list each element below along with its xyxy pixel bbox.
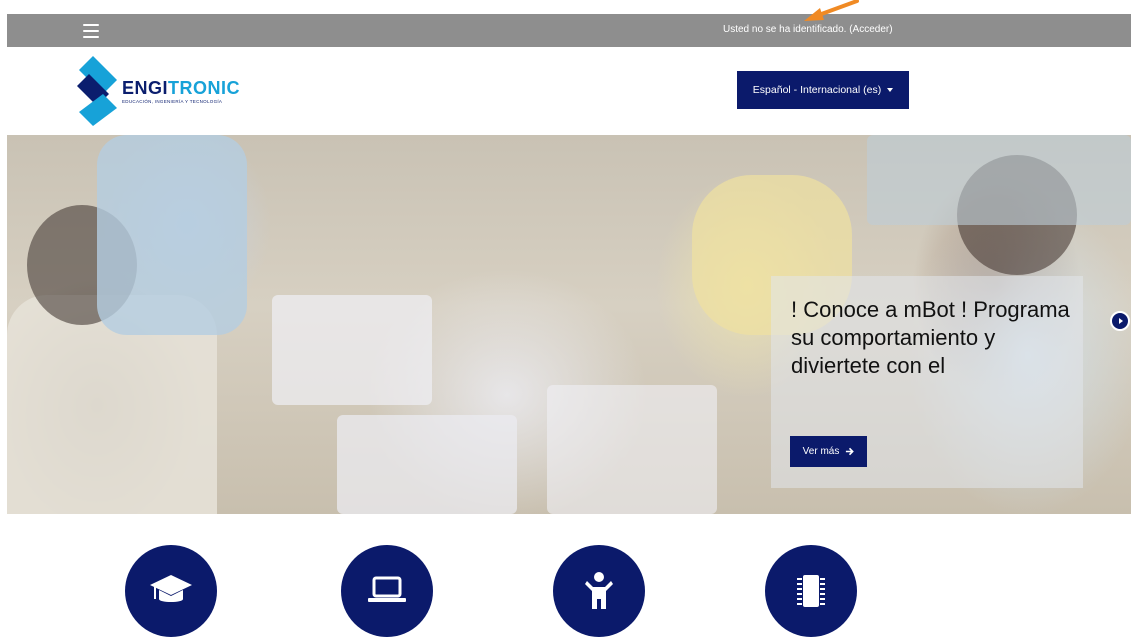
brand-tagline: EDUCACIÓN, INGENIERÍA Y TECNOLOGÍA — [122, 99, 223, 104]
brand-name: ENGITRONIC — [122, 78, 240, 99]
photo-plastic-box — [272, 295, 432, 405]
hero-carousel: ! Conoce a mBot ! Programa su comportami… — [7, 135, 1131, 514]
carousel-next-icon[interactable] — [1110, 311, 1130, 331]
see-more-button[interactable]: Ver más — [790, 436, 867, 467]
top-navbar: Usted no se ha identificado. (Acceder) — [7, 14, 1131, 47]
feature-kids[interactable] — [553, 545, 645, 637]
microchip-icon — [797, 575, 825, 607]
language-selector[interactable]: Español - Internacional (es) — [737, 71, 909, 109]
carousel-caption: ! Conoce a mBot ! Programa su comportami… — [771, 276, 1083, 488]
brand-name-part2: TRONIC — [168, 78, 241, 98]
see-more-label: Ver más — [802, 446, 840, 457]
engitronic-logo-icon — [77, 56, 117, 126]
caret-down-icon — [887, 88, 894, 92]
hamburger-menu-icon[interactable] — [83, 24, 99, 38]
photo-plastic-box-3 — [547, 385, 717, 514]
carousel-caption-title: ! Conoce a mBot ! Programa su comportami… — [791, 297, 1070, 378]
site-logo[interactable]: ENGITRONIC EDUCACIÓN, INGENIERÍA Y TECNO… — [77, 56, 267, 126]
graduation-cap-icon — [150, 575, 192, 602]
feature-education[interactable] — [125, 545, 217, 637]
feature-computing[interactable] — [341, 545, 433, 637]
photo-person-blue-shirt — [97, 135, 247, 335]
child-icon — [585, 572, 613, 609]
arrow-right-icon — [846, 447, 855, 456]
annotation-arrow-icon — [804, 0, 859, 21]
photo-table-right — [867, 135, 1131, 225]
brand-name-part1: ENGI — [122, 78, 169, 98]
photo-plastic-box-2 — [337, 415, 517, 514]
language-selector-label: Español - Internacional (es) — [752, 84, 882, 96]
feature-electronics[interactable] — [765, 545, 857, 637]
laptop-icon — [368, 576, 406, 602]
